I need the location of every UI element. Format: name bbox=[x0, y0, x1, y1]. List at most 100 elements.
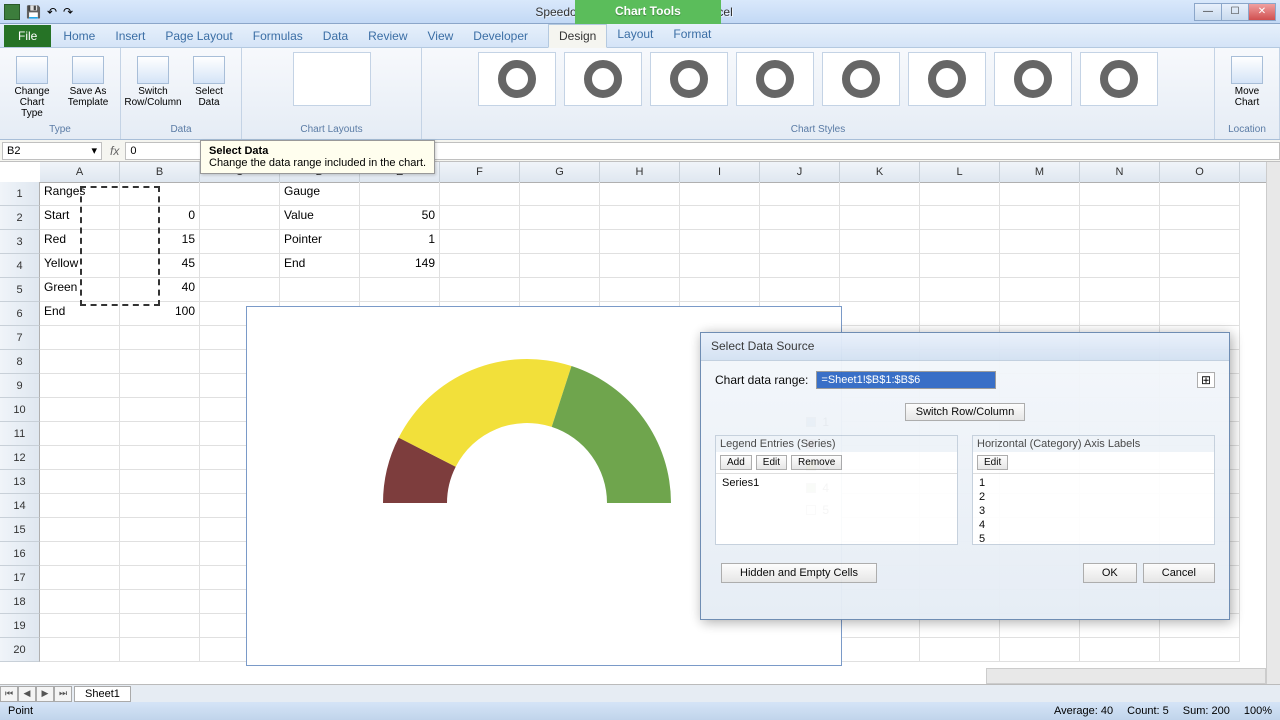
cell-M1[interactable] bbox=[1000, 182, 1080, 206]
cell-J2[interactable] bbox=[760, 206, 840, 230]
col-header-N[interactable]: N bbox=[1080, 162, 1160, 182]
cell-L3[interactable] bbox=[920, 230, 1000, 254]
cell-A9[interactable] bbox=[40, 374, 120, 398]
col-header-I[interactable]: I bbox=[680, 162, 760, 182]
row-header-2[interactable]: 2 bbox=[0, 206, 40, 230]
sheet-nav-first-icon[interactable]: ⏮ bbox=[0, 686, 18, 702]
dialog-cancel-button[interactable]: Cancel bbox=[1143, 563, 1215, 583]
cell-O1[interactable] bbox=[1160, 182, 1240, 206]
cell-A2[interactable]: Start bbox=[40, 206, 120, 230]
cell-L2[interactable] bbox=[920, 206, 1000, 230]
sheet-nav-last-icon[interactable]: ⏭ bbox=[54, 686, 72, 702]
cell-E1[interactable] bbox=[360, 182, 440, 206]
series-remove-button[interactable]: Remove bbox=[791, 455, 842, 470]
cell-M3[interactable] bbox=[1000, 230, 1080, 254]
cell-L4[interactable] bbox=[920, 254, 1000, 278]
move-chart-button[interactable]: Move Chart bbox=[1223, 52, 1271, 108]
cell-B14[interactable] bbox=[120, 494, 200, 518]
cell-G1[interactable] bbox=[520, 182, 600, 206]
dialog-ok-button[interactable]: OK bbox=[1083, 563, 1137, 583]
chart-data-range-input[interactable] bbox=[816, 371, 996, 389]
cell-K3[interactable] bbox=[840, 230, 920, 254]
cell-B19[interactable] bbox=[120, 614, 200, 638]
row-header-17[interactable]: 17 bbox=[0, 566, 40, 590]
cell-H3[interactable] bbox=[600, 230, 680, 254]
cell-N5[interactable] bbox=[1080, 278, 1160, 302]
row-header-4[interactable]: 4 bbox=[0, 254, 40, 278]
cell-A14[interactable] bbox=[40, 494, 120, 518]
cell-N20[interactable] bbox=[1080, 638, 1160, 662]
cell-O20[interactable] bbox=[1160, 638, 1240, 662]
row-header-7[interactable]: 7 bbox=[0, 326, 40, 350]
cell-E3[interactable]: 1 bbox=[360, 230, 440, 254]
cell-C5[interactable] bbox=[200, 278, 280, 302]
cell-C4[interactable] bbox=[200, 254, 280, 278]
cell-B1[interactable] bbox=[120, 182, 200, 206]
cell-J4[interactable] bbox=[760, 254, 840, 278]
chart-style-1[interactable] bbox=[478, 52, 556, 106]
chart-style-6[interactable] bbox=[908, 52, 986, 106]
cell-B12[interactable] bbox=[120, 446, 200, 470]
cell-D5[interactable] bbox=[280, 278, 360, 302]
row-header-15[interactable]: 15 bbox=[0, 518, 40, 542]
cell-K1[interactable] bbox=[840, 182, 920, 206]
cell-C1[interactable] bbox=[200, 182, 280, 206]
cell-G2[interactable] bbox=[520, 206, 600, 230]
cell-L1[interactable] bbox=[920, 182, 1000, 206]
cell-O3[interactable] bbox=[1160, 230, 1240, 254]
col-header-H[interactable]: H bbox=[600, 162, 680, 182]
cell-A18[interactable] bbox=[40, 590, 120, 614]
cell-E2[interactable]: 50 bbox=[360, 206, 440, 230]
axis-label-item[interactable]: 2 bbox=[979, 490, 1208, 504]
cell-B9[interactable] bbox=[120, 374, 200, 398]
cell-M2[interactable] bbox=[1000, 206, 1080, 230]
cell-A20[interactable] bbox=[40, 638, 120, 662]
cell-D1[interactable]: Gauge bbox=[280, 182, 360, 206]
horizontal-scrollbar[interactable] bbox=[986, 668, 1266, 684]
cell-H5[interactable] bbox=[600, 278, 680, 302]
cell-I3[interactable] bbox=[680, 230, 760, 254]
cell-F4[interactable] bbox=[440, 254, 520, 278]
tab-design[interactable]: Design bbox=[548, 24, 607, 48]
row-header-6[interactable]: 6 bbox=[0, 302, 40, 326]
cell-F1[interactable] bbox=[440, 182, 520, 206]
row-header-10[interactable]: 10 bbox=[0, 398, 40, 422]
series-add-button[interactable]: Add bbox=[720, 455, 752, 470]
cell-K5[interactable] bbox=[840, 278, 920, 302]
chart-style-4[interactable] bbox=[736, 52, 814, 106]
maximize-button[interactable]: ☐ bbox=[1221, 3, 1249, 21]
cell-G5[interactable] bbox=[520, 278, 600, 302]
row-header-18[interactable]: 18 bbox=[0, 590, 40, 614]
cell-M20[interactable] bbox=[1000, 638, 1080, 662]
row-header-5[interactable]: 5 bbox=[0, 278, 40, 302]
tab-developer[interactable]: Developer bbox=[463, 25, 538, 47]
cell-O6[interactable] bbox=[1160, 302, 1240, 326]
row-header-13[interactable]: 13 bbox=[0, 470, 40, 494]
row-header-9[interactable]: 9 bbox=[0, 374, 40, 398]
cell-N2[interactable] bbox=[1080, 206, 1160, 230]
cell-B10[interactable] bbox=[120, 398, 200, 422]
cell-N1[interactable] bbox=[1080, 182, 1160, 206]
cell-A1[interactable]: Ranges bbox=[40, 182, 120, 206]
cell-A5[interactable]: Green bbox=[40, 278, 120, 302]
cell-J1[interactable] bbox=[760, 182, 840, 206]
cell-B7[interactable] bbox=[120, 326, 200, 350]
tab-insert[interactable]: Insert bbox=[105, 25, 155, 47]
row-header-14[interactable]: 14 bbox=[0, 494, 40, 518]
tab-data[interactable]: Data bbox=[313, 25, 358, 47]
cell-I1[interactable] bbox=[680, 182, 760, 206]
qat-redo-icon[interactable]: ↷ bbox=[63, 5, 73, 19]
row-header-1[interactable]: 1 bbox=[0, 182, 40, 206]
cell-B13[interactable] bbox=[120, 470, 200, 494]
cell-D4[interactable]: End bbox=[280, 254, 360, 278]
cell-B18[interactable] bbox=[120, 590, 200, 614]
tab-review[interactable]: Review bbox=[358, 25, 417, 47]
cell-I4[interactable] bbox=[680, 254, 760, 278]
cell-M6[interactable] bbox=[1000, 302, 1080, 326]
col-header-F[interactable]: F bbox=[440, 162, 520, 182]
cell-G3[interactable] bbox=[520, 230, 600, 254]
series-edit-button[interactable]: Edit bbox=[756, 455, 787, 470]
cell-G4[interactable] bbox=[520, 254, 600, 278]
select-data-button[interactable]: Select Data bbox=[185, 52, 233, 108]
cell-J5[interactable] bbox=[760, 278, 840, 302]
